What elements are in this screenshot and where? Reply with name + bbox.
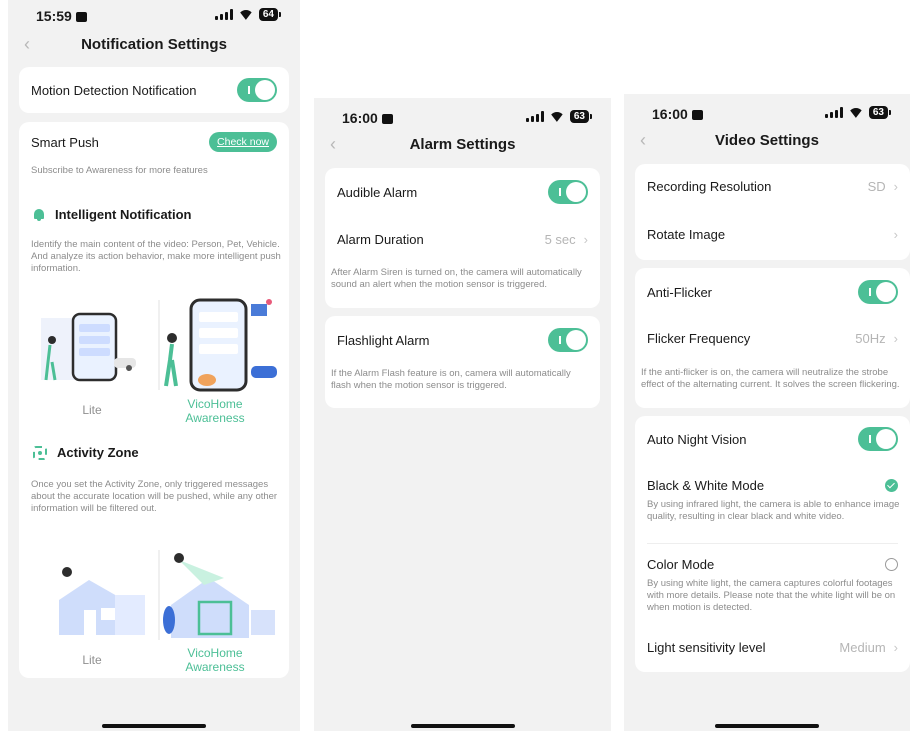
anti-flicker-card: Anti-Flicker Flicker Frequency 50Hz › If …	[635, 268, 910, 408]
auto-night-vision-label: Auto Night Vision	[647, 431, 747, 447]
notification-settings-screen: 15:59 64 ‹ Notification Settings Motion …	[8, 0, 300, 731]
recording-resolution-label: Recording Resolution	[647, 179, 772, 194]
alarm-duration-value: 5 sec	[544, 232, 576, 247]
motion-card: Motion Detection Notification	[19, 67, 289, 113]
check-now-button[interactable]: Check now	[209, 132, 277, 152]
flashlight-alarm-label: Flashlight Alarm	[337, 332, 430, 348]
alarm-settings-screen: 16:00 63 ‹ Alarm Settings Audible Alarm …	[314, 98, 611, 731]
light-sensitivity-row[interactable]: Light sensitivity level Medium ›	[647, 640, 898, 655]
light-sensitivity-label: Light sensitivity level	[647, 640, 766, 655]
night-vision-card: Auto Night Vision Black & White Mode By …	[635, 416, 910, 672]
chevron-right-icon-4: ›	[893, 331, 898, 346]
radio-empty-icon	[885, 558, 898, 571]
bw-mode-desc: By using infrared light, the camera is a…	[647, 499, 900, 522]
home-indicator-2[interactable]	[410, 724, 515, 728]
nav-bar: ‹ Notification Settings	[8, 28, 300, 60]
home-indicator[interactable]	[102, 724, 206, 728]
wifi-icon	[239, 10, 253, 20]
audible-alarm-label: Audible Alarm	[337, 184, 418, 200]
lite-label-2: Lite	[82, 653, 102, 667]
intelligent-illustration	[41, 298, 277, 392]
anti-flicker-label: Anti-Flicker	[647, 284, 713, 300]
flashlight-alarm-card: Flashlight Alarm If the Alarm Flash feat…	[325, 316, 600, 408]
intelligent-desc: Identify the main content of the video: …	[31, 239, 281, 274]
smart-push-label: Smart Push	[31, 134, 99, 150]
activity-zone-icon	[33, 445, 47, 460]
wifi-icon-3	[849, 108, 863, 118]
chevron-right-icon-5: ›	[893, 640, 898, 655]
status-time-3: 16:00	[652, 106, 688, 122]
battery-icon-3: 63	[868, 106, 892, 119]
color-mode-option[interactable]: Color Mode	[647, 557, 898, 572]
back-chevron-icon-2[interactable]: ‹	[330, 134, 336, 155]
nav-bar-2: ‹ Alarm Settings	[314, 128, 611, 160]
status-time-2: 16:00	[342, 110, 378, 126]
status-time: 15:59	[36, 8, 72, 24]
awareness-label-2-line2: Awareness	[185, 660, 245, 674]
lite-label: Lite	[82, 403, 102, 417]
alarm-duration-label: Alarm Duration	[337, 232, 424, 247]
video-settings-screen: 16:00 63 ‹ Video Settings Recording Reso…	[624, 94, 910, 731]
signal-icon	[214, 9, 233, 20]
check-circle-icon	[885, 479, 898, 492]
flicker-frequency-row[interactable]: Flicker Frequency 50Hz ›	[647, 331, 898, 346]
lock-icon-2	[381, 114, 393, 124]
battery-icon-2: 63	[569, 110, 593, 123]
zone-title: Activity Zone	[57, 445, 139, 460]
rotate-image-row[interactable]: Rotate Image ›	[647, 227, 898, 242]
signal-icon-2	[525, 111, 544, 122]
battery-icon: 64	[258, 8, 282, 21]
flicker-frequency-label: Flicker Frequency	[647, 331, 751, 346]
flicker-desc: If the anti-flicker is on, the camera wi…	[641, 367, 900, 390]
option-divider	[647, 543, 898, 544]
activity-zone-illustration	[59, 550, 275, 640]
bell-icon	[33, 208, 45, 221]
wifi-icon-2	[550, 112, 564, 122]
motion-label: Motion Detection Notification	[31, 82, 197, 98]
page-title-3: Video Settings	[715, 131, 819, 149]
page-title-2: Alarm Settings	[409, 135, 516, 153]
audible-alarm-toggle[interactable]	[548, 180, 588, 204]
signal-icon-3	[824, 107, 843, 118]
back-chevron-icon[interactable]: ‹	[24, 34, 30, 55]
color-mode-label: Color Mode	[647, 557, 715, 572]
flash-desc: If the Alarm Flash feature is on, camera…	[331, 368, 571, 391]
smart-push-card: Smart Push Check now Subscribe to Awaren…	[19, 122, 289, 678]
bw-mode-label: Black & White Mode	[647, 478, 765, 493]
resolution-card: Recording Resolution SD › Rotate Image ›	[635, 164, 910, 260]
intelligent-title: Intelligent Notification	[55, 207, 192, 222]
rotate-image-label: Rotate Image	[647, 227, 726, 242]
bw-mode-option[interactable]: Black & White Mode	[647, 478, 898, 493]
anti-flicker-toggle[interactable]	[858, 280, 898, 304]
audible-alarm-card: Audible Alarm Alarm Duration 5 sec › Afte…	[325, 168, 600, 308]
awareness-label-line1: VicoHome	[187, 397, 243, 411]
auto-night-vision-toggle[interactable]	[858, 427, 898, 451]
light-sensitivity-value: Medium	[839, 640, 886, 655]
lock-icon-3	[691, 110, 703, 120]
chevron-right-icon-2: ›	[893, 179, 898, 194]
home-indicator-3[interactable]	[715, 724, 819, 728]
page-title: Notification Settings	[81, 35, 227, 53]
nav-bar-3: ‹ Video Settings	[624, 124, 910, 156]
color-mode-desc: By using white light, the camera capture…	[647, 578, 896, 613]
flashlight-alarm-toggle[interactable]	[548, 328, 588, 352]
awareness-label-2-line1: VicoHome	[187, 646, 243, 660]
subscribe-text: Subscribe to Awareness for more features	[31, 165, 208, 176]
zone-desc: Once you set the Activity Zone, only tri…	[31, 479, 278, 514]
awareness-label-line2: Awareness	[185, 411, 245, 425]
back-chevron-icon-3[interactable]: ‹	[640, 130, 646, 151]
flicker-frequency-value: 50Hz	[855, 331, 886, 346]
chevron-right-icon: ›	[583, 232, 588, 247]
chevron-right-icon-3: ›	[893, 227, 898, 242]
status-bar: 15:59 64	[8, 0, 300, 30]
lock-icon	[75, 12, 87, 22]
siren-desc: After Alarm Siren is turned on, the came…	[331, 267, 582, 290]
recording-resolution-value: SD	[867, 179, 886, 194]
motion-toggle[interactable]	[237, 78, 277, 102]
alarm-duration-row[interactable]: Alarm Duration 5 sec ›	[337, 232, 588, 247]
recording-resolution-row[interactable]: Recording Resolution SD ›	[647, 179, 898, 194]
